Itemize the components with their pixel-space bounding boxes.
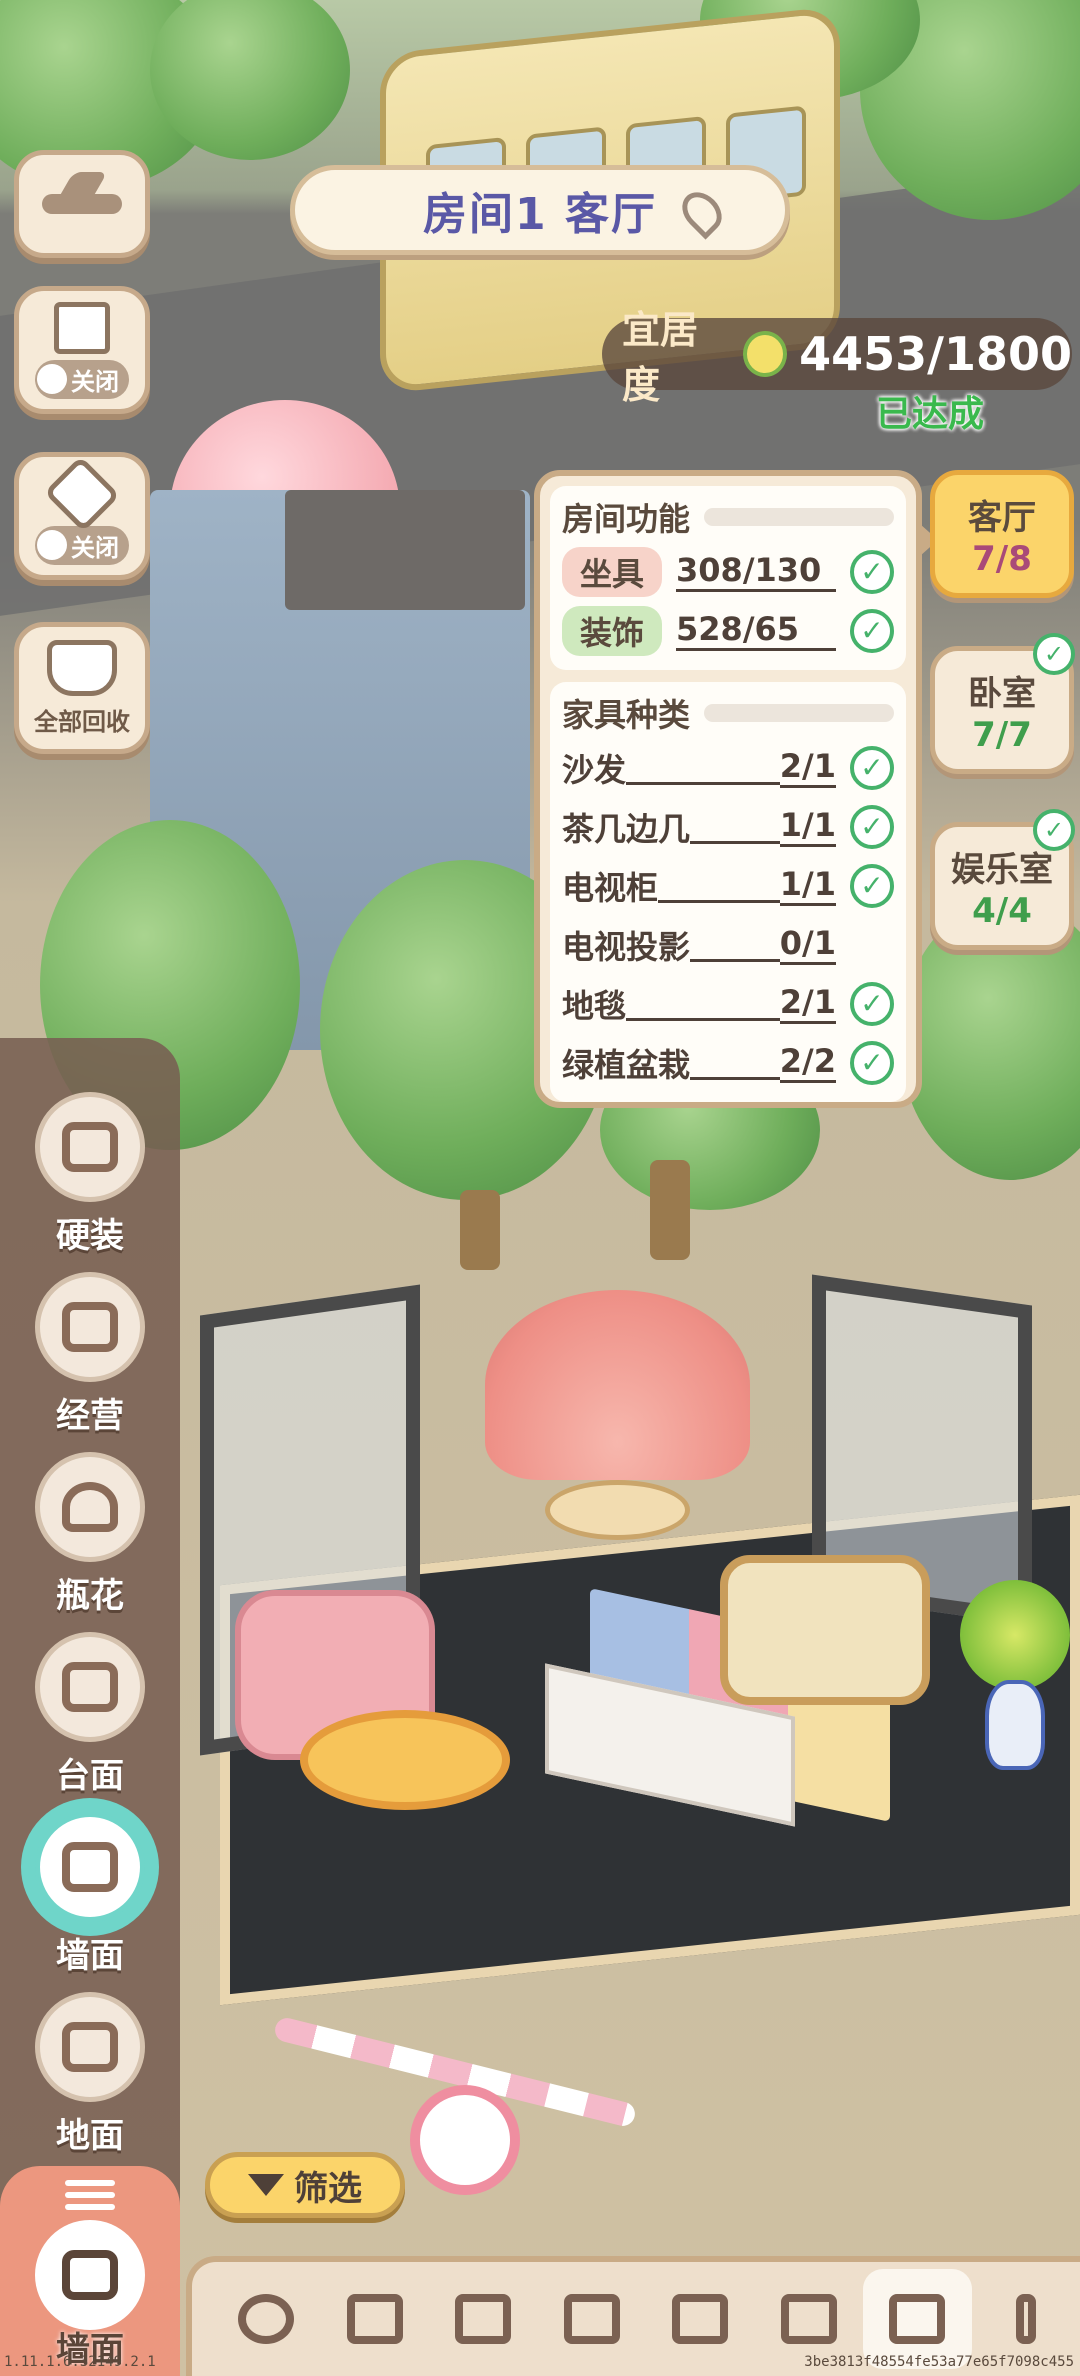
table-tab[interactable] xyxy=(538,2269,647,2369)
function-tag: 装饰 xyxy=(562,605,663,656)
recycle-all-label: 全部回收 xyxy=(34,707,130,736)
category-vase-flowers[interactable]: 瓶花 xyxy=(30,1452,150,1617)
figure-icon xyxy=(780,2294,837,2344)
toggle-label: 关闭 xyxy=(71,367,119,396)
livability-label: 宜居度 xyxy=(622,308,699,407)
wall-icon xyxy=(62,1842,118,1892)
function-row: 装饰 528/65 ✓ xyxy=(562,601,894,660)
house-roof xyxy=(285,490,525,610)
flower-vase-icon xyxy=(62,1482,118,1532)
sofa-icon xyxy=(62,2022,118,2072)
parasol[interactable] xyxy=(485,1290,750,1480)
room-tab-living[interactable]: 客厅 7/8 xyxy=(930,470,1074,598)
all-items-tab[interactable] xyxy=(212,2269,321,2369)
vase[interactable] xyxy=(985,1680,1045,1770)
category-business[interactable]: 经营 xyxy=(30,1272,150,1437)
shelf-tab[interactable] xyxy=(429,2269,538,2369)
check-icon: ✓ xyxy=(850,549,894,594)
achieved-status: 已达成 xyxy=(876,394,985,435)
livability-value: 4453/1800 xyxy=(799,327,1072,381)
stand-icon xyxy=(672,2294,729,2344)
check-icon: ✓ xyxy=(850,804,894,849)
cube-icon xyxy=(43,455,121,532)
check-icon: ✓ xyxy=(850,1040,894,1085)
filter-icon xyxy=(248,2174,284,2196)
furniture-row: 茶几边几 1/1 ✓ xyxy=(562,797,894,856)
side-table[interactable] xyxy=(545,1480,690,1540)
furniture-row: 电视柜 1/1 ✓ xyxy=(562,856,894,915)
category-wall[interactable]: 墙面 xyxy=(30,1812,150,1977)
tree-trunk xyxy=(460,1190,500,1270)
category-tabletop[interactable]: 台面 xyxy=(30,1632,150,1797)
wall-toggle-button[interactable]: 关闭 xyxy=(14,452,150,580)
location-pin-icon[interactable] xyxy=(674,184,730,240)
tree-trunk xyxy=(650,1160,690,1260)
toggle-label: 关闭 xyxy=(71,533,119,562)
check-icon: ✓ xyxy=(1033,633,1075,675)
room-info-panel: 房间功能 坐具 308/130 ✓ 装饰 528/65 ✓ 家具种类 沙发 2/… xyxy=(534,470,938,1108)
potted-plant[interactable] xyxy=(960,1580,1070,1690)
table-icon xyxy=(563,2294,620,2344)
toggle-switch[interactable]: 关闭 xyxy=(35,359,129,399)
function-row: 坐具 308/130 ✓ xyxy=(562,542,894,601)
room-tab-entertainment[interactable]: ✓ 娱乐室 4/4 xyxy=(930,809,1075,950)
sofa[interactable] xyxy=(720,1555,930,1705)
back-arrow-icon xyxy=(42,194,122,214)
door-icon xyxy=(346,2294,403,2344)
back-button[interactable] xyxy=(14,150,150,258)
current-category-button[interactable]: 墙面 xyxy=(0,2166,180,2376)
category-hardware[interactable]: 硬装 xyxy=(30,1092,150,1257)
room-title-bar[interactable]: 房间1 客厅 xyxy=(290,165,790,255)
function-count: 528/65 xyxy=(676,610,836,651)
no-parking-sign xyxy=(410,2085,520,2195)
filter-button[interactable]: 筛选 xyxy=(205,2152,405,2218)
stand-tab[interactable] xyxy=(646,2269,755,2369)
check-icon: ✓ xyxy=(850,863,894,908)
grid-icon xyxy=(238,2294,295,2344)
livability-display: 宜居度 4453/1800 xyxy=(602,308,1072,407)
section-title: 房间功能 xyxy=(562,492,894,542)
lamp-icon xyxy=(1015,2294,1036,2344)
section-title: 家具种类 xyxy=(562,688,894,738)
roof-icon xyxy=(54,301,110,354)
room-tab-bedroom[interactable]: ✓ 卧室 7/7 xyxy=(930,633,1075,774)
function-tag: 坐具 xyxy=(562,546,663,597)
shelf-icon xyxy=(455,2294,512,2344)
room-function-section: 房间功能 坐具 308/130 ✓ 装饰 528/65 ✓ xyxy=(550,486,906,670)
furniture-row: 地毯 2/1 ✓ xyxy=(562,974,894,1033)
toggle-switch[interactable]: 关闭 xyxy=(35,525,129,565)
tabletop-icon xyxy=(62,1662,118,1712)
version-label: 1.11.1.6.32149.2.1 xyxy=(4,2354,156,2370)
room-title: 房间1 客厅 xyxy=(423,189,657,240)
paint-roller-icon xyxy=(62,1302,118,1352)
recycle-bag-icon xyxy=(47,639,117,696)
wall-decor-icon xyxy=(889,2294,946,2344)
build-hash: 3be3813f48554fe53a77e65f7098c455 xyxy=(804,2354,1074,2370)
furniture-row: 绿植盆栽 2/2 ✓ xyxy=(562,1033,894,1092)
category-floor[interactable]: 地面 xyxy=(30,1992,150,2157)
menu-icon xyxy=(65,2180,115,2216)
function-count: 308/130 xyxy=(676,551,836,592)
recycle-all-button[interactable]: 全部回收 xyxy=(14,622,150,754)
filter-label: 筛选 xyxy=(294,2168,362,2209)
door-tab[interactable] xyxy=(321,2269,430,2369)
check-icon: ✓ xyxy=(850,608,894,653)
flower-icon xyxy=(742,331,788,377)
check-icon: ✓ xyxy=(1033,809,1075,851)
wall-icon xyxy=(62,2250,118,2300)
roof-toggle-button[interactable]: 关闭 xyxy=(14,286,150,414)
check-icon: ✓ xyxy=(850,745,894,790)
check-icon: ✓ xyxy=(850,981,894,1026)
furniture-type-section: 家具种类 沙发 2/1 ✓ 茶几边几 1/1 ✓ 电视柜 1/1 ✓ 电视投影 … xyxy=(550,682,906,1102)
furniture-row: 电视投影 0/1 ✓ xyxy=(562,915,894,974)
check-placeholder: ✓ xyxy=(850,923,894,967)
shop-icon xyxy=(62,1122,118,1172)
furniture-row: 沙发 2/1 ✓ xyxy=(562,738,894,797)
pizza-rug[interactable] xyxy=(300,1710,510,1810)
